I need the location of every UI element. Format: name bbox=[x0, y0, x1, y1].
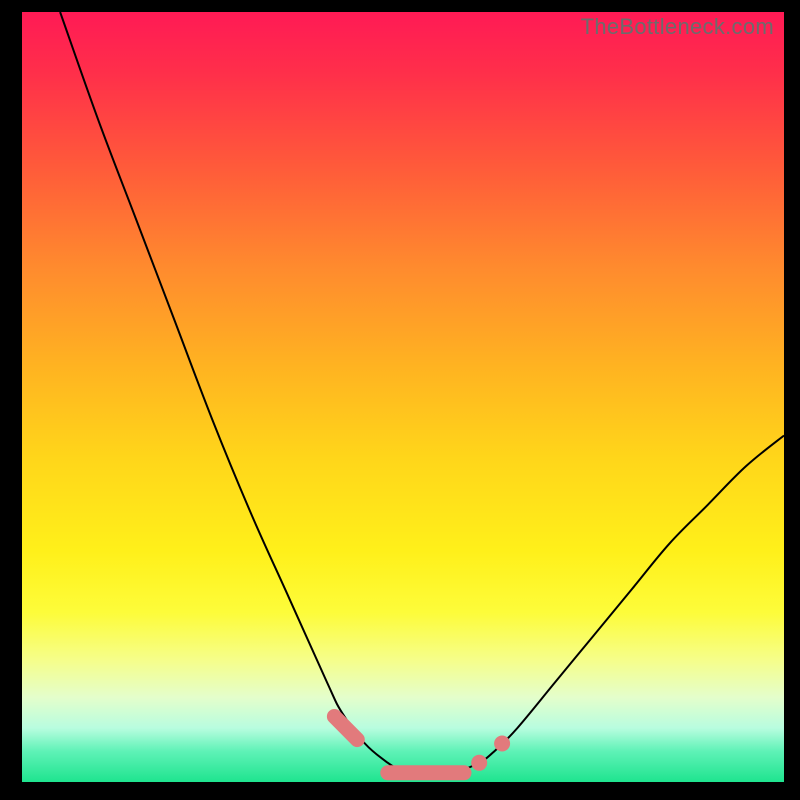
chart-svg bbox=[22, 12, 784, 782]
right-dot-2 bbox=[494, 736, 510, 752]
plot-area: TheBottleneck.com bbox=[22, 12, 784, 782]
chart-frame: TheBottleneck.com bbox=[0, 0, 800, 800]
right-dot-1 bbox=[471, 755, 487, 771]
markers-group bbox=[334, 717, 510, 773]
bottleneck-curve bbox=[60, 12, 784, 775]
left-marker bbox=[334, 717, 357, 740]
